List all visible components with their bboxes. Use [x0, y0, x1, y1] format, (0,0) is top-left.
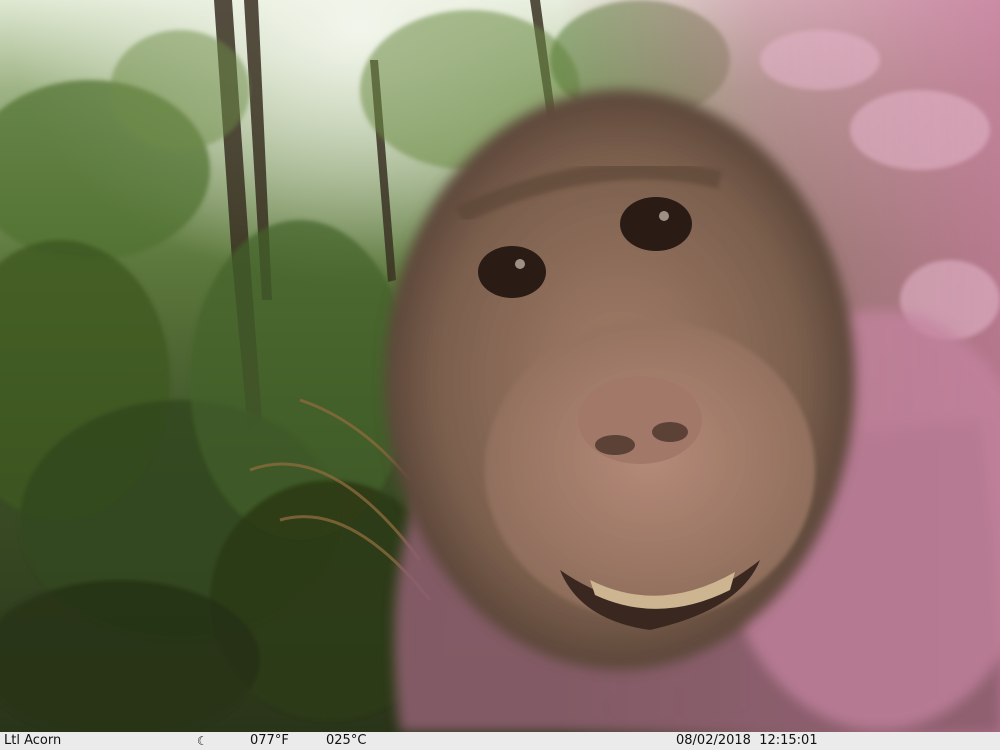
- temperature-celsius: 025°C: [326, 733, 367, 748]
- right-eye: [620, 197, 692, 251]
- timestamp: 08/02/2018 12:15:01: [676, 732, 818, 750]
- moon-phase-icon: ☾: [197, 734, 208, 748]
- photo-illustration: [0, 0, 1000, 732]
- left-eye: [478, 246, 546, 298]
- time-label: 12:15:01: [759, 733, 818, 748]
- trail-camera-frame: Ltl Acorn ☾ 077°F 025°C 08/02/2018 12:15…: [0, 0, 1000, 750]
- muzzle: [485, 320, 815, 620]
- trail-camera-info-bar: Ltl Acorn ☾ 077°F 025°C 08/02/2018 12:15…: [0, 732, 1000, 750]
- nose: [578, 376, 702, 464]
- camera-brand-label: Ltl Acorn: [4, 733, 62, 748]
- wildlife-photo: [0, 0, 1000, 732]
- date-label: 08/02/2018: [676, 733, 751, 748]
- temperature-fahrenheit: 077°F: [250, 733, 289, 748]
